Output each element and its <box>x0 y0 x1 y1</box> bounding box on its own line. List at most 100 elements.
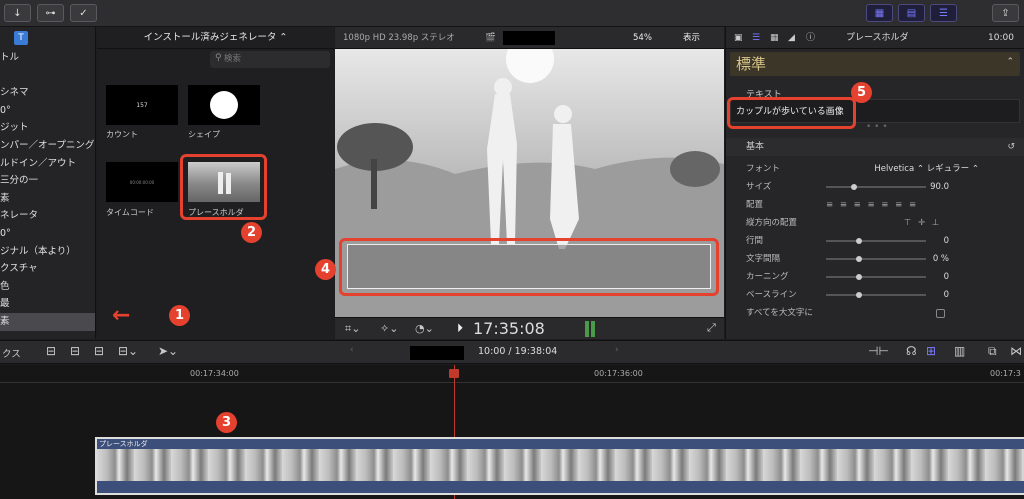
value-slider[interactable] <box>826 256 926 262</box>
select-tool-icon[interactable]: ➤⌄ <box>158 344 178 358</box>
value-slider[interactable] <box>826 238 926 244</box>
inspector-row[interactable]: 文字間隔 0 % <box>726 250 1024 268</box>
playhead-handle[interactable] <box>449 369 459 378</box>
woman-head <box>554 105 572 123</box>
preset-menu[interactable]: 標準 ⌃ <box>730 52 1020 76</box>
value-slider[interactable] <box>826 184 926 190</box>
sidebar-item[interactable] <box>0 67 95 85</box>
clip-filmstrip <box>97 449 1024 481</box>
inspector-row[interactable]: サイズ 90.0 <box>726 178 1024 196</box>
inspector-row-value[interactable]: Helvetica ⌃ レギュラー ⌃ <box>874 160 979 178</box>
clip-appearance-icon[interactable]: ▥ <box>954 344 965 358</box>
sidebar-item[interactable]: 0° <box>0 102 95 120</box>
insert-edit-icon[interactable]: ⊟ <box>70 344 80 358</box>
viewer-timecode: 17:35:08 <box>473 319 545 338</box>
basic-section-header[interactable]: 基本 ↺ <box>726 138 1024 156</box>
effects-browser-icon[interactable]: ⧉ <box>988 344 997 359</box>
append-edit-icon[interactable]: ⊟ <box>94 344 104 358</box>
overwrite-edit-icon[interactable]: ⊟⌄ <box>118 344 138 358</box>
timeline-ruler[interactable]: 00:17:34:00 00:17:36:00 00:17:3 <box>0 365 1024 383</box>
search-input[interactable]: 検索 <box>210 51 330 68</box>
sidebar-item[interactable]: ネレータ <box>0 207 95 225</box>
clip-name: プレースホルダ <box>99 440 148 448</box>
inspector-row[interactable]: カーニング 0 <box>726 268 1024 286</box>
share-button[interactable]: ⇪ <box>992 4 1019 22</box>
inspector-row[interactable]: ベースライン 0 <box>726 286 1024 304</box>
sidebar-item[interactable]: トル <box>0 49 95 67</box>
skimming-icon[interactable]: ⊞ <box>926 344 936 358</box>
inspector-row[interactable]: 行間 0 <box>726 232 1024 250</box>
sidebar-item[interactable]: 最 <box>0 295 95 313</box>
speed-icon[interactable]: ◔⌄ <box>415 322 434 335</box>
sidebar-item[interactable]: クスチャ <box>0 260 95 278</box>
background-tasks-button[interactable]: ✓ <box>70 4 97 22</box>
timecode-thumbnail[interactable]: 00:00:00:00 <box>106 162 178 202</box>
inspector-row-value: 0 <box>943 272 949 282</box>
slider-knob[interactable] <box>856 238 862 244</box>
basic-section-label: 基本 <box>746 142 765 152</box>
reset-icon[interactable]: ↺ <box>1007 138 1015 156</box>
sidebar-item[interactable]: 0° <box>0 225 95 243</box>
generator-header[interactable]: インストール済みジェネレータ ⌃ <box>97 27 334 49</box>
inspector-toggle-button[interactable]: ☰ <box>930 4 957 22</box>
enhance-icon[interactable]: ✧⌄ <box>380 322 398 335</box>
info-icon[interactable]: ⓘ <box>806 27 815 49</box>
sidebar-item-selected[interactable]: 素 <box>0 312 95 331</box>
inspector-row-value: 0 <box>943 236 949 246</box>
play-icon[interactable]: ⏵ <box>457 321 463 336</box>
count-thumbnail[interactable]: 157 <box>106 85 178 125</box>
transitions-icon[interactable]: ⋈ <box>1010 344 1022 358</box>
inspector-row-label: フォント <box>746 164 781 174</box>
inspector-row[interactable]: 縦方向の配置 ⊤ ✛ ⊥ <box>726 214 1024 232</box>
browser-toggle-button[interactable]: ▦ <box>866 4 893 22</box>
sidebar-item[interactable]: ルドイン／アウト <box>0 155 95 173</box>
sidebar-item[interactable]: 三分の一 <box>0 172 95 190</box>
slider-knob[interactable] <box>856 274 862 280</box>
shape-thumbnail[interactable] <box>188 85 260 125</box>
slider-knob[interactable] <box>856 256 862 262</box>
inspector-row[interactable]: すべてを大文字に <box>726 304 1024 322</box>
inspector-row[interactable]: 配置 ≡ ≡ ≡ ≡ ≡ ≡ ≡ <box>726 196 1024 214</box>
timeline-icon: ▤ <box>906 7 917 19</box>
resize-handle[interactable]: • • • <box>866 122 888 132</box>
headphones-icon[interactable]: ☊ <box>906 344 917 358</box>
video-inspector-icon[interactable]: ▣ <box>734 27 743 49</box>
forward-icon[interactable]: › <box>615 345 619 355</box>
vertical-align-buttons[interactable]: ⊤ ✛ ⊥ <box>904 214 941 232</box>
project-name-redacted <box>410 346 464 360</box>
timeline[interactable]: 00:17:34:00 00:17:36:00 00:17:3 プレースホルダ <box>0 365 1024 499</box>
display-menu[interactable]: 表示 <box>683 27 700 49</box>
sidebar-item[interactable]: 色 <box>0 278 95 296</box>
sidebar-item[interactable]: ジット <box>0 119 95 137</box>
sidebar-item[interactable]: 素 <box>0 190 95 208</box>
inspector-panel: ▣ ☰ ▦ ◢ ⓘ プレースホルダ 10:00 標準 ⌃ テキスト カップルが歩… <box>725 27 1024 339</box>
connect-edit-icon[interactable]: ⊟ <box>46 344 56 358</box>
filter-icon[interactable]: ◢ <box>788 27 795 49</box>
sidebar-item[interactable]: シネマ <box>0 84 95 102</box>
search-icon: ⚲ <box>215 53 222 63</box>
inspector-row-label: すべてを大文字に <box>746 308 813 318</box>
back-icon[interactable]: ‹ <box>350 345 354 355</box>
ruler-tick: 00:17:3 <box>990 369 1021 378</box>
all-caps-checkbox[interactable] <box>936 309 945 318</box>
text-inspector-icon[interactable]: ☰ <box>752 27 760 49</box>
inspector-row[interactable]: フォント Helvetica ⌃ レギュラー ⌃ <box>726 160 1024 178</box>
value-slider[interactable] <box>826 274 926 280</box>
timeline-timecode: 10:00 / 19:38:04 <box>478 346 558 357</box>
index-label[interactable]: クス <box>2 346 21 360</box>
sidebar-item[interactable]: ンパー／オープニング <box>0 137 95 155</box>
zoom-menu[interactable]: 54% <box>633 27 652 49</box>
sidebar-item[interactable]: ジナル（本より） <box>0 243 95 261</box>
placeholder-clip[interactable]: プレースホルダ <box>95 437 1024 495</box>
import-button[interactable]: ↓ <box>4 4 31 22</box>
film-icon[interactable]: ▦ <box>770 27 779 49</box>
alignment-buttons[interactable]: ≡ ≡ ≡ ≡ ≡ ≡ ≡ <box>826 196 918 214</box>
value-slider[interactable] <box>826 292 926 298</box>
timeline-toggle-button[interactable]: ▤ <box>898 4 925 22</box>
slider-knob[interactable] <box>856 292 862 298</box>
keywords-button[interactable]: ⊶ <box>37 4 64 22</box>
slider-knob[interactable] <box>851 184 857 190</box>
fullscreen-icon[interactable]: ⤢ <box>707 321 716 335</box>
crop-icon[interactable]: ⌗⌄ <box>345 322 360 336</box>
audio-skim-icon[interactable]: ⊣⊢ <box>868 344 889 358</box>
